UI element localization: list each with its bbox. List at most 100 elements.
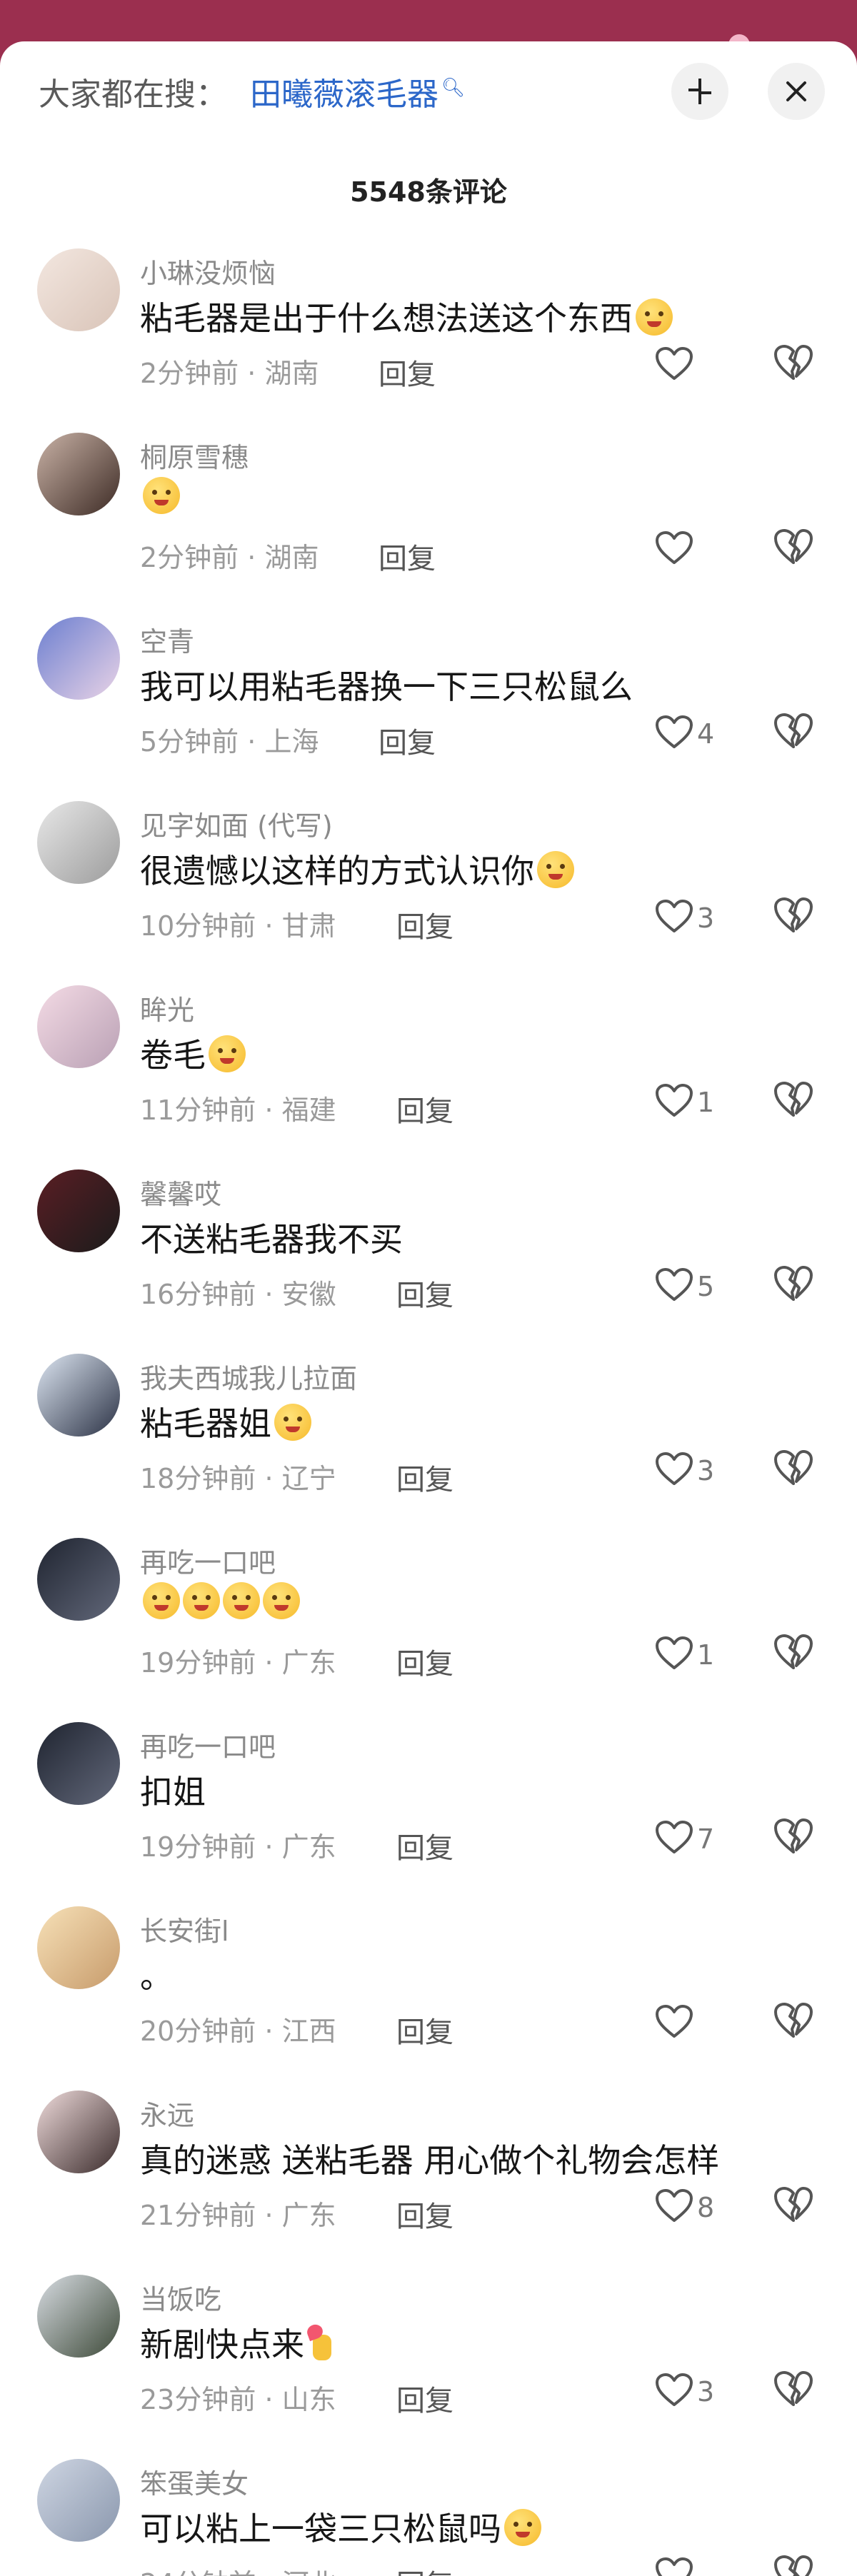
reply-button[interactable]: 回复 [396,2009,453,2051]
reply-button[interactable]: 回复 [379,351,436,393]
meta-separator: · [256,2568,281,2576]
comment-text: 扣姐 [140,1766,206,1813]
dislike-button[interactable] [773,1449,816,1492]
like-button[interactable]: 8 [656,2185,714,2230]
comment-time: 23分钟前 [140,2384,256,2415]
comment-region: 河北 [282,2568,336,2576]
comment-item[interactable]: 馨馨哎 不送粘毛器我不买 16分钟前 · 安徽 回复 5 [0,1169,857,1354]
comment-username[interactable]: 馨馨哎 [140,1172,221,1212]
dislike-button[interactable] [773,344,816,387]
reply-button[interactable]: 回复 [379,535,436,577]
close-button[interactable] [768,63,825,120]
comment-username[interactable]: 长安街l [140,1909,229,1948]
like-button[interactable]: 3 [656,2369,714,2415]
dislike-button[interactable] [773,1265,816,1308]
reply-button[interactable]: 回复 [396,904,453,945]
comment-username[interactable]: 永远 [140,2093,194,2133]
reply-button[interactable]: 回复 [396,2562,453,2576]
comment-username[interactable]: 空青 [140,620,194,659]
comment-username[interactable]: 我夫西城我儿拉面 [140,1357,357,1396]
comment-meta: 5分钟前 · 上海 [140,720,319,759]
avatar[interactable] [37,2091,120,2173]
comment-username[interactable]: 再吃一口吧 [140,1725,276,1764]
avatar[interactable] [37,1538,120,1621]
comment-username[interactable]: 当饭吃 [140,2278,221,2317]
comment-item[interactable]: 空青 我可以用粘毛器换一下三只松鼠么 5分钟前 · 上海 回复 4 [0,617,857,801]
reply-button[interactable]: 回复 [396,2378,453,2419]
comment-item[interactable]: 桐原雪穗 2分钟前 · 湖南 回复 [0,433,857,617]
like-button[interactable]: 4 [656,711,714,757]
dislike-button[interactable] [773,713,816,755]
comment-username[interactable]: 小琳没烦恼 [140,251,276,291]
like-button[interactable]: 7 [656,1816,714,1862]
avatar[interactable] [37,433,120,515]
comment-username[interactable]: 眸光 [140,988,194,1027]
reply-button[interactable]: 回复 [396,1641,453,1682]
search-suggestion-bar[interactable]: 大家都在搜： 田曦薇滚毛器 🔍︎ [0,41,857,134]
broken-heart-icon [773,1818,813,1858]
dislike-button[interactable] [773,2370,816,2413]
heart-icon [656,2557,693,2576]
comment-time: 24分钟前 [140,2568,256,2576]
avatar[interactable] [37,985,120,1068]
reply-button[interactable]: 回复 [396,1272,453,1314]
avatar[interactable] [37,1354,120,1437]
meta-separator: · [256,2016,282,2047]
heart-icon [656,347,693,384]
heart-icon [656,531,693,568]
like-button[interactable]: 5 [656,1264,714,1309]
comment-item[interactable]: 当饭吃 新剧快点来 23分钟前 · 山东 回复 3 [0,2275,857,2459]
like-button[interactable] [656,2001,697,2046]
like-button[interactable] [656,343,697,388]
comment-text: 可以粘上一袋三只松鼠吗 [140,2503,541,2550]
reply-button[interactable]: 回复 [396,1825,453,1866]
comment-username[interactable]: 桐原雪穗 [140,436,249,475]
dislike-button[interactable] [773,2186,816,2229]
avatar[interactable] [37,1169,120,1252]
dislike-button[interactable] [773,2555,816,2576]
like-button[interactable] [656,527,697,573]
dislike-button[interactable] [773,1818,816,1861]
reply-button[interactable]: 回复 [396,1088,453,1129]
comment-text-content: 不送粘毛器我不买 [140,1220,403,1259]
comment-item[interactable]: 笨蛋美女可以粘上一袋三只松鼠吗 24分钟前 · 河北 回复 [0,2459,857,2576]
like-button[interactable]: 3 [656,895,714,941]
avatar[interactable] [37,1906,120,1989]
avatar[interactable] [37,248,120,331]
dislike-button[interactable] [773,1634,816,1676]
meta-separator: · [239,726,265,758]
reply-button[interactable]: 回复 [396,1456,453,1498]
comment-text: 很遗憾以这样的方式认识你 [140,845,574,892]
comment-item[interactable]: 再吃一口吧 扣姐 19分钟前 · 广东 回复 7 [0,1722,857,1906]
dislike-button[interactable] [773,2002,816,2045]
comment-item[interactable]: 眸光 卷毛 11分钟前 · 福建 回复 1 [0,985,857,1169]
like-button[interactable]: 1 [656,1632,714,1678]
reply-button[interactable]: 回复 [379,720,436,761]
meta-separator: · [256,1831,282,1863]
avatar[interactable] [37,2459,120,2542]
dislike-button[interactable] [773,528,816,571]
comment-item[interactable]: 再吃一口吧 19分钟前 · 广东 回复 1 [0,1538,857,1722]
like-button[interactable]: 1 [656,1080,714,1125]
avatar[interactable] [37,801,120,884]
like-button[interactable] [656,2553,697,2576]
comment-item[interactable]: 见字如面 (代写) 很遗憾以这样的方式认识你 10分钟前 · 甘肃 回复 3 [0,801,857,985]
reply-button[interactable]: 回复 [396,2193,453,2235]
like-button[interactable]: 3 [656,1448,714,1494]
collapse-button[interactable] [671,63,728,120]
dislike-button[interactable] [773,1081,816,1124]
comment-username[interactable]: 笨蛋美女 [140,2462,249,2501]
comment-username[interactable]: 见字如面 (代写) [140,804,333,843]
comment-item[interactable]: 长安街l 。 20分钟前 · 江西 回复 [0,1906,857,2091]
comment-item[interactable]: 小琳没烦恼 粘毛器是出于什么想法送这个东西 2分钟前 · 湖南 回复 [0,248,857,433]
comment-item[interactable]: 永远 真的迷惑 送粘毛器 用心做个礼物会怎样 21分钟前 · 广东 回复 8 [0,2091,857,2275]
comment-time: 5分钟前 [140,726,239,758]
comment-item[interactable]: 我夫西城我儿拉面 粘毛器姐 18分钟前 · 辽宁 回复 3 [0,1354,857,1538]
avatar[interactable] [37,2275,120,2358]
avatar[interactable] [37,1722,120,1805]
search-term-link[interactable]: 田曦薇滚毛器 🔍︎ [250,69,465,114]
dislike-button[interactable] [773,897,816,940]
comment-username[interactable]: 再吃一口吧 [140,1541,276,1580]
comment-text-content: 可以粘上一袋三只松鼠吗 [140,2510,501,2548]
avatar[interactable] [37,617,120,700]
